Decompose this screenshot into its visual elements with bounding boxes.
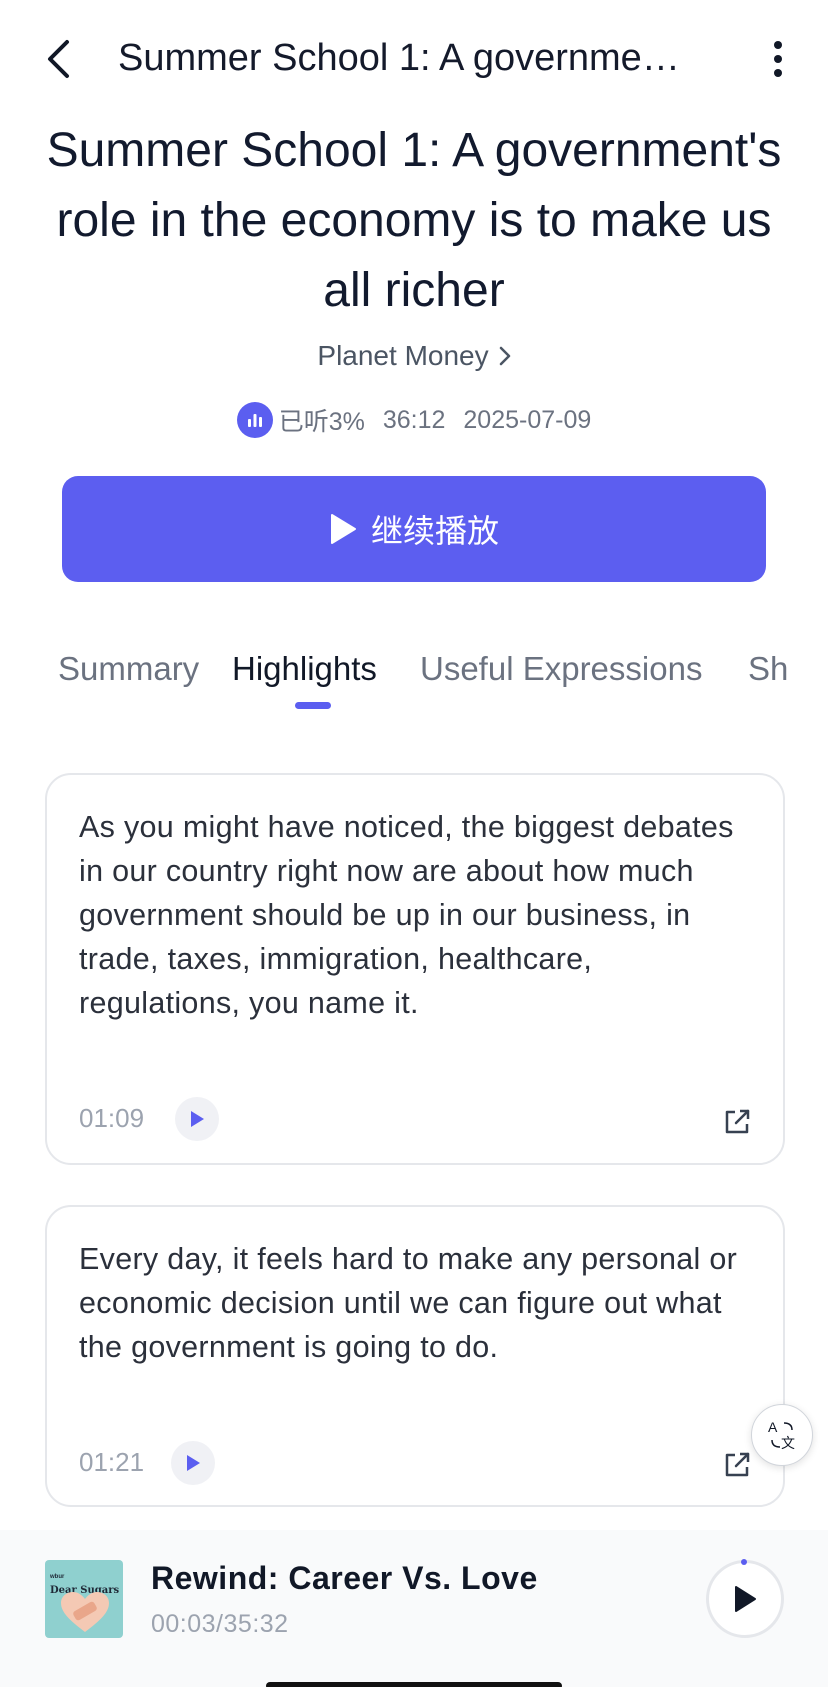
top-bar: Summer School 1: A governme… (0, 0, 828, 118)
back-button[interactable] (38, 36, 78, 82)
chevron-right-icon (499, 346, 510, 366)
play-icon (735, 1586, 756, 1612)
tab-bar: Summary Highlights Useful Expressions Sh (58, 650, 788, 720)
episode-date: 2025-07-09 (463, 405, 592, 434)
continue-play-button[interactable]: 继续播放 (62, 476, 766, 582)
mini-player[interactable]: wbur Dear Sugars Rewind: Career Vs. Love… (0, 1530, 828, 1687)
more-options-button[interactable] (764, 36, 792, 82)
highlight-text: Every day, it feels hard to make any per… (79, 1242, 738, 1364)
tab-summary[interactable]: Summary (58, 650, 199, 688)
continue-play-label: 继续播放 (370, 513, 499, 549)
highlight-play-button[interactable] (175, 1097, 219, 1141)
episode-meta: 已听3% 36:12 2025-07-09 (0, 402, 828, 438)
podcast-link[interactable]: Planet Money (0, 340, 828, 372)
playback-progress-indicator (741, 1559, 747, 1565)
share-icon[interactable] (721, 1449, 753, 1481)
svg-text:A: A (768, 1419, 778, 1435)
podcast-name: Planet Money (317, 340, 489, 371)
share-icon[interactable] (721, 1106, 753, 1138)
header-title: Summer School 1: A governme… (118, 37, 680, 79)
svg-text:文: 文 (781, 1436, 795, 1452)
now-playing-cover: wbur Dear Sugars (45, 1560, 123, 1638)
listened-percent: 已听3% (278, 408, 365, 436)
episode-title: Summer School 1: A government's role in … (46, 124, 782, 317)
now-playing-time: 00:03/35:32 (151, 1610, 289, 1638)
heart-bandage-icon (61, 1592, 109, 1632)
more-vertical-icon (774, 41, 782, 77)
episode-duration: 36:12 (382, 405, 446, 434)
translate-icon: A 文 (768, 1419, 795, 1452)
tab-highlights[interactable]: Highlights (232, 650, 377, 688)
play-icon (191, 1111, 204, 1127)
highlight-time: 01:21 (79, 1447, 145, 1477)
tab-sh[interactable]: Sh (748, 650, 788, 688)
home-indicator (266, 1682, 562, 1687)
highlight-time: 01:09 (79, 1103, 145, 1133)
tab-active-indicator (295, 702, 331, 709)
highlight-card[interactable]: Every day, it feels hard to make any per… (45, 1205, 785, 1507)
highlight-play-button[interactable] (171, 1441, 215, 1485)
play-icon (187, 1455, 200, 1471)
mini-player-play-button[interactable] (706, 1560, 784, 1638)
bar-chart-icon (236, 402, 273, 438)
play-icon (330, 514, 356, 544)
now-playing-title: Rewind: Career Vs. Love (151, 1560, 538, 1596)
highlight-text: As you might have noticed, the biggest d… (79, 810, 734, 1020)
cover-brand: wbur (50, 1574, 65, 1580)
highlight-card[interactable]: As you might have noticed, the biggest d… (45, 773, 785, 1165)
chevron-left-icon (48, 40, 69, 78)
tab-useful-expressions[interactable]: Useful Expressions (420, 650, 702, 688)
translate-button[interactable]: A 文 (751, 1404, 813, 1466)
